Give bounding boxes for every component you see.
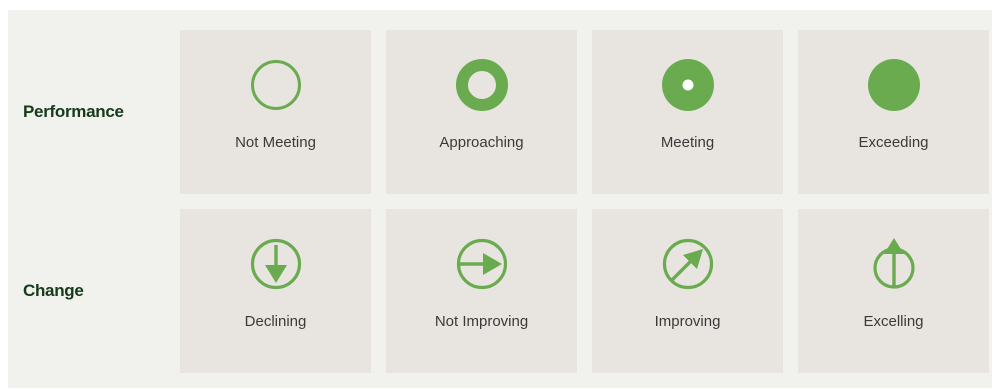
performance-card-label: Exceeding xyxy=(858,134,929,151)
dot-circle-icon xyxy=(661,59,714,111)
performance-card-label: Approaching xyxy=(439,134,524,151)
change-card-excelling: Excelling xyxy=(798,209,989,373)
performance-card-exceeding: Exceeding xyxy=(798,30,989,194)
change-card-declining: Declining xyxy=(180,209,371,373)
change-card-not-improving: Not Improving xyxy=(386,209,577,373)
change-row: Change Declining Not Improving Improving… xyxy=(8,209,992,373)
change-card-label: Excelling xyxy=(863,313,924,330)
performance-row-label: Performance xyxy=(23,102,124,121)
legend-panel: Performance Not Meeting Approaching Meet… xyxy=(8,10,992,388)
performance-card-meeting: Meeting xyxy=(592,30,783,194)
performance-card-label: Not Meeting xyxy=(235,134,316,151)
empty-circle-icon xyxy=(250,59,302,111)
performance-card-approaching: Approaching xyxy=(386,30,577,194)
filled-circle-icon xyxy=(867,59,920,111)
performance-card-not-meeting: Not Meeting xyxy=(180,30,371,194)
arrow-up-right-circle-icon xyxy=(662,238,714,290)
change-card-label: Improving xyxy=(654,313,721,330)
performance-row: Performance Not Meeting Approaching Meet… xyxy=(8,30,992,194)
performance-card-label: Meeting xyxy=(660,134,715,151)
change-card-improving: Improving xyxy=(592,209,783,373)
arrow-down-circle-icon xyxy=(250,238,302,290)
arrow-right-circle-icon xyxy=(456,238,508,290)
change-card-label: Not Improving xyxy=(434,313,529,330)
ring-circle-icon xyxy=(455,59,508,111)
change-row-label: Change xyxy=(23,281,84,300)
arrow-up-circle-icon xyxy=(868,238,920,290)
change-card-label: Declining xyxy=(244,313,307,330)
